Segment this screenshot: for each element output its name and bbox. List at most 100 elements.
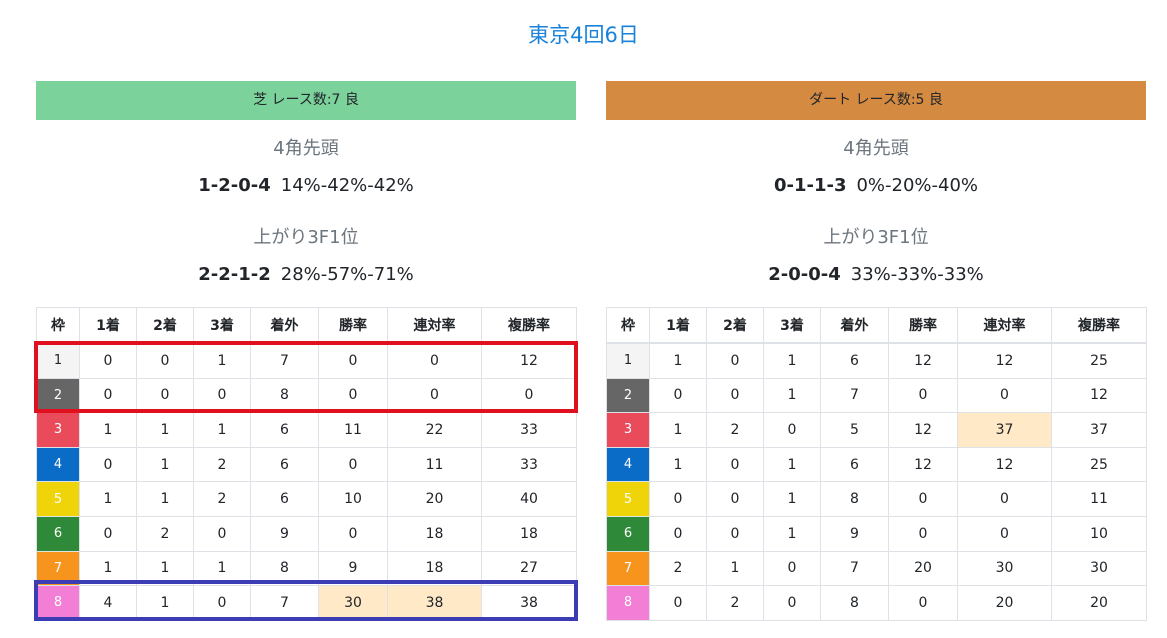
waku-number-cell: 2 bbox=[606, 377, 650, 414]
table-cell: 0 bbox=[763, 412, 821, 448]
table-cell: 37 bbox=[1051, 412, 1147, 448]
table-cell: 11 bbox=[318, 412, 388, 448]
table-cell: 1 bbox=[763, 377, 821, 414]
column-header: 連対率 bbox=[387, 307, 482, 344]
table-cell: 0 bbox=[763, 585, 821, 621]
table-cell: 0 bbox=[888, 377, 958, 414]
table-cell: 25 bbox=[1051, 342, 1147, 379]
column-header: 複勝率 bbox=[481, 307, 577, 344]
table-cell: 1 bbox=[763, 515, 821, 552]
table-cell: 9 bbox=[820, 515, 889, 552]
table-cell: 2 bbox=[193, 481, 251, 517]
waku-number-cell: 4 bbox=[36, 446, 80, 483]
table-cell: 2 bbox=[193, 446, 251, 483]
table-cell: 0 bbox=[957, 377, 1052, 414]
turf-last3f-label: 上がり3F1位 bbox=[253, 227, 359, 248]
column-header: 着外 bbox=[820, 307, 889, 344]
table-cell: 1 bbox=[136, 481, 194, 517]
column-header: 枠 bbox=[36, 307, 80, 344]
turf-corner-label: 4角先頭 bbox=[273, 138, 339, 159]
dirt-waku-table: 枠 1着 2着 3着 着外 勝率 連対率 複勝率 1 1 0 1 6 12 12 25 2 0 0 1 7 0 0 12 3 1… bbox=[606, 307, 1147, 621]
table-cell: 12 bbox=[957, 446, 1052, 483]
table-cell: 0 bbox=[318, 515, 388, 552]
table-row: 5 1 1 2 6 10 20 40 bbox=[36, 481, 577, 517]
table-cell: 20 bbox=[957, 585, 1052, 621]
table-row: 2 0 0 1 7 0 0 12 bbox=[606, 377, 1147, 414]
blue-highlight-box bbox=[34, 580, 578, 621]
table-cell: 2 bbox=[706, 412, 764, 448]
dirt-last3f-label: 上がり3F1位 bbox=[823, 227, 929, 248]
turf-last3f-stats: 2-2-1-2 28%-57%-71% bbox=[36, 264, 576, 286]
dirt-last3f-record: 2-0-0-4 bbox=[768, 264, 841, 285]
turf-corner-stats: 1-2-0-4 14%-42%-42% bbox=[36, 175, 576, 197]
table-cell: 1 bbox=[79, 481, 137, 517]
table-cell: 40 bbox=[481, 481, 577, 517]
table-cell: 0 bbox=[79, 515, 137, 552]
table-cell: 0 bbox=[79, 446, 137, 483]
table-cell: 12 bbox=[888, 342, 958, 379]
table-row: 3 1 2 0 5 12 37 37 bbox=[606, 412, 1147, 448]
table-cell: 0 bbox=[706, 515, 764, 552]
dirt-corner-label: 4角先頭 bbox=[843, 138, 909, 159]
table-cell: 30 bbox=[957, 550, 1052, 587]
waku-number-cell: 6 bbox=[606, 515, 650, 552]
table-cell: 6 bbox=[820, 446, 889, 483]
table-header-row: 枠 1着 2着 3着 着外 勝率 連対率 複勝率 bbox=[606, 307, 1147, 344]
waku-number-cell: 3 bbox=[606, 412, 650, 448]
waku-number-cell: 5 bbox=[606, 481, 650, 517]
table-cell: 2 bbox=[649, 550, 707, 587]
table-cell: 1 bbox=[193, 412, 251, 448]
table-cell: 0 bbox=[649, 515, 707, 552]
table-cell: 20 bbox=[387, 481, 482, 517]
dirt-last3f-rates: 33%-33%-33% bbox=[850, 264, 984, 285]
table-row: 5 0 0 1 8 0 0 11 bbox=[606, 481, 1147, 517]
table-cell: 1 bbox=[136, 446, 194, 483]
column-header: 複勝率 bbox=[1051, 307, 1147, 344]
waku-number-cell: 8 bbox=[606, 585, 650, 621]
table-cell: 11 bbox=[387, 446, 482, 483]
waku-number-cell: 3 bbox=[36, 412, 80, 448]
table-row: 4 1 0 1 6 12 12 25 bbox=[606, 446, 1147, 483]
waku-number-cell: 4 bbox=[606, 446, 650, 483]
table-cell: 1 bbox=[79, 412, 137, 448]
dirt-corner-stats: 0-1-1-3 0%-20%-40% bbox=[606, 175, 1146, 197]
waku-number-cell: 1 bbox=[606, 342, 650, 379]
table-cell: 6 bbox=[820, 342, 889, 379]
table-cell: 8 bbox=[820, 585, 889, 621]
table-cell: 20 bbox=[1051, 585, 1147, 621]
table-cell: 0 bbox=[649, 377, 707, 414]
table-cell: 0 bbox=[763, 550, 821, 587]
table-row: 8 0 2 0 8 0 20 20 bbox=[606, 585, 1147, 621]
table-cell: 9 bbox=[250, 515, 319, 552]
table-cell: 1 bbox=[763, 446, 821, 483]
turf-panel: 芝 レース数:7 良 4角先頭 1-2-0-4 14%-42%-42% 上がり3F… bbox=[36, 81, 577, 621]
column-header: 2着 bbox=[136, 307, 194, 344]
table-cell: 0 bbox=[888, 481, 958, 517]
table-cell: 18 bbox=[387, 515, 482, 552]
table-cell: 5 bbox=[820, 412, 889, 448]
column-header: 着外 bbox=[250, 307, 319, 344]
table-row: 6 0 2 0 9 0 18 18 bbox=[36, 515, 577, 552]
column-header: 連対率 bbox=[957, 307, 1052, 344]
waku-number-cell: 5 bbox=[36, 481, 80, 517]
table-row: 7 2 1 0 7 20 30 30 bbox=[606, 550, 1147, 587]
column-header: 3着 bbox=[193, 307, 251, 344]
table-cell: 0 bbox=[649, 481, 707, 517]
waku-number-cell: 7 bbox=[606, 550, 650, 587]
turf-last3f-rates: 28%-57%-71% bbox=[280, 264, 414, 285]
table-row: 1 1 0 1 6 12 12 25 bbox=[606, 342, 1147, 379]
column-header: 1着 bbox=[649, 307, 707, 344]
table-row: 6 0 0 1 9 0 0 10 bbox=[606, 515, 1147, 552]
table-cell: 37 bbox=[957, 412, 1052, 448]
dirt-corner-rates: 0%-20%-40% bbox=[856, 175, 979, 196]
table-cell: 1 bbox=[649, 342, 707, 379]
table-cell: 12 bbox=[1051, 377, 1147, 414]
table-cell: 1 bbox=[649, 446, 707, 483]
dirt-corner-record: 0-1-1-3 bbox=[773, 175, 847, 196]
table-cell: 0 bbox=[649, 585, 707, 621]
column-header: 3着 bbox=[763, 307, 821, 344]
table-cell: 10 bbox=[318, 481, 388, 517]
table-cell: 2 bbox=[706, 585, 764, 621]
column-header: 枠 bbox=[606, 307, 650, 344]
table-cell: 20 bbox=[888, 550, 958, 587]
